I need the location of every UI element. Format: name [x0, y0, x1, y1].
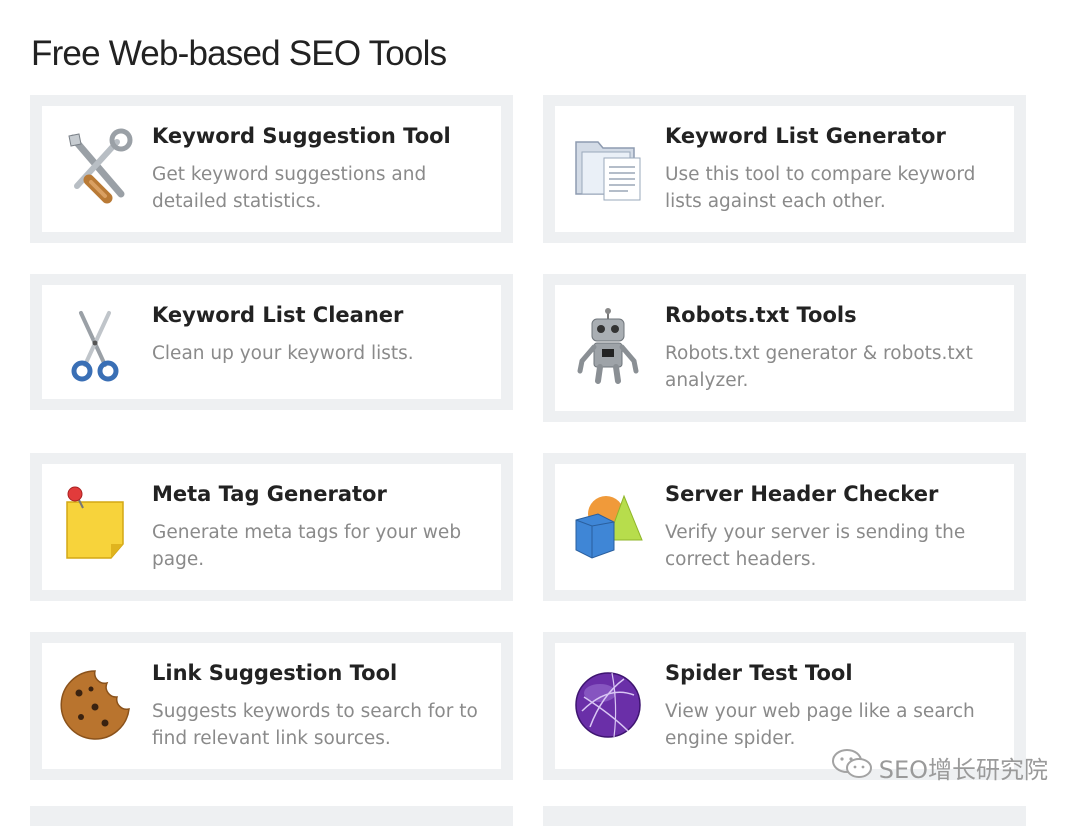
tool-title[interactable]: Keyword List Cleaner	[152, 303, 493, 327]
tool-title[interactable]: Server Header Checker	[665, 482, 1006, 506]
tool-title[interactable]: Keyword Suggestion Tool	[152, 124, 493, 148]
purple-globe-icon	[568, 665, 648, 745]
page-title: Free Web-based SEO Tools	[31, 34, 447, 73]
tool-title[interactable]: Keyword List Generator	[665, 124, 1006, 148]
tool-title[interactable]: Meta Tag Generator	[152, 482, 493, 506]
tool-card-body: Keyword List Generator Use this tool to …	[555, 106, 1014, 232]
tool-card-body: Link Suggestion Tool Suggests keywords t…	[42, 643, 501, 769]
wrench-screwdriver-icon	[55, 128, 135, 208]
tool-card-body: Keyword List Cleaner Clean up your keywo…	[42, 285, 501, 399]
tool-description: Generate meta tags for your web page.	[152, 522, 462, 570]
watermark: SEO增长研究院	[831, 748, 1048, 786]
tool-description: Robots.txt generator & robots.txt analyz…	[665, 343, 973, 391]
cookie-icon	[55, 665, 135, 745]
tool-description: Clean up your keyword lists.	[152, 343, 414, 364]
tool-description: Suggests keywords to search for to find …	[152, 701, 478, 749]
tool-description: View your web page like a search engine …	[665, 701, 975, 749]
tool-description: Get keyword suggestions and detailed sta…	[152, 164, 427, 212]
tool-description: Verify your server is sending the correc…	[665, 522, 966, 570]
tool-card-meta-tag-generator[interactable]: Meta Tag Generator Generate meta tags fo…	[30, 453, 513, 601]
scissors-icon	[55, 307, 135, 387]
tool-title[interactable]: Link Suggestion Tool	[152, 661, 493, 685]
sticky-note-pin-icon	[55, 486, 135, 566]
tool-card-keyword-list-generator[interactable]: Keyword List Generator Use this tool to …	[543, 95, 1026, 243]
geometric-shapes-icon	[568, 486, 648, 566]
tool-card-partial	[543, 806, 1026, 826]
tool-card-robots-txt[interactable]: Robots.txt Tools Robots.txt generator & …	[543, 274, 1026, 422]
tool-card-link-suggestion[interactable]: Link Suggestion Tool Suggests keywords t…	[30, 632, 513, 780]
watermark-text: SEO增长研究院	[878, 755, 1048, 784]
tool-card-server-header-checker[interactable]: Server Header Checker Verify your server…	[543, 453, 1026, 601]
robot-icon	[568, 307, 648, 387]
tool-card-keyword-list-cleaner[interactable]: Keyword List Cleaner Clean up your keywo…	[30, 274, 513, 410]
tool-description: Use this tool to compare keyword lists a…	[665, 164, 976, 212]
tool-card-partial	[30, 806, 513, 826]
tool-card-keyword-suggestion[interactable]: Keyword Suggestion Tool Get keyword sugg…	[30, 95, 513, 243]
tool-title[interactable]: Spider Test Tool	[665, 661, 1006, 685]
wechat-icon	[831, 748, 873, 786]
tool-card-body: Server Header Checker Verify your server…	[555, 464, 1014, 590]
tool-card-body: Keyword Suggestion Tool Get keyword sugg…	[42, 106, 501, 232]
tool-card-body: Meta Tag Generator Generate meta tags fo…	[42, 464, 501, 590]
tool-card-body: Robots.txt Tools Robots.txt generator & …	[555, 285, 1014, 411]
tool-title[interactable]: Robots.txt Tools	[665, 303, 1006, 327]
folder-documents-icon	[568, 128, 648, 208]
